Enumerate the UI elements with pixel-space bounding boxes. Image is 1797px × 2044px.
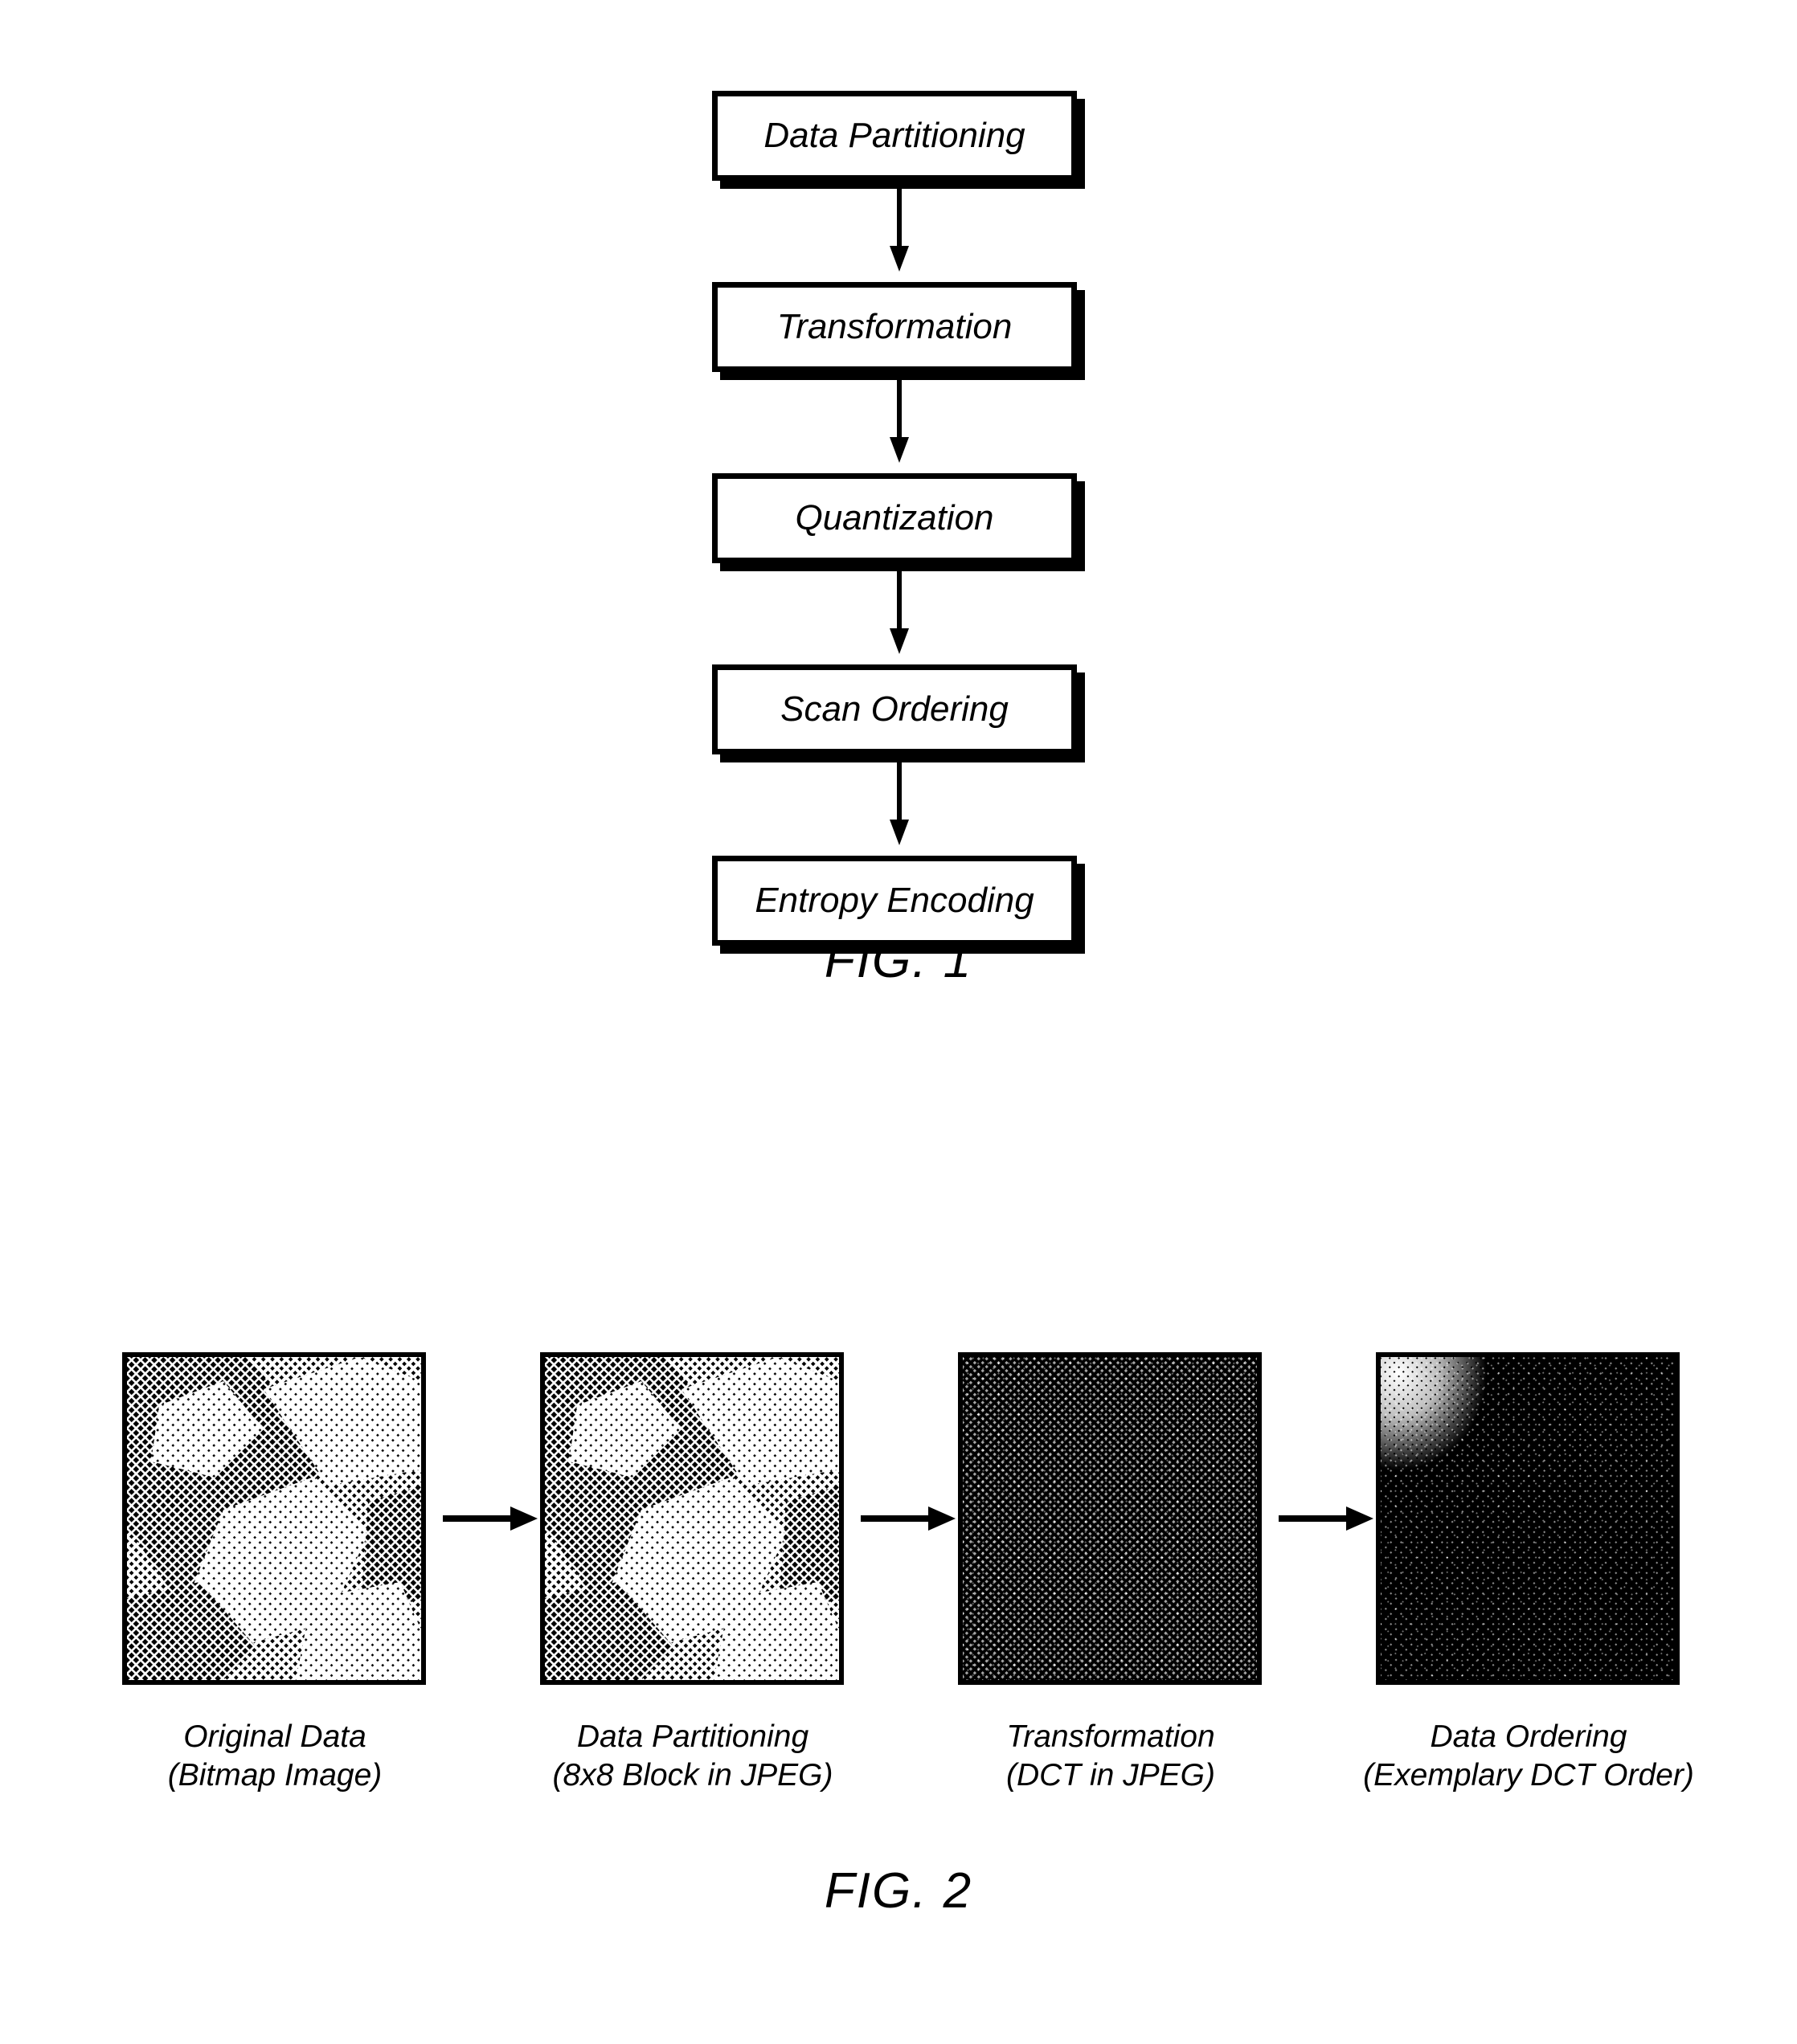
panel-caption-line-1: Original Data <box>183 1719 366 1754</box>
panel-caption-original-data: Original Data (Bitmap Image) <box>90 1718 460 1794</box>
panel-caption-line-2: (Exemplary DCT Order) <box>1363 1757 1694 1793</box>
flow-step-label: Quantization <box>795 498 994 538</box>
panel-caption-line-2: (DCT in JPEG) <box>1005 1757 1215 1793</box>
panel-caption-line-2: (8x8 Block in JPEG) <box>552 1757 833 1793</box>
panel-data-partitioning: Data Partitioning (8x8 Block in JPEG) <box>540 1352 845 1793</box>
flow-step-label: Transformation <box>776 307 1013 346</box>
figure-1: Data Partitioning Transformation Quantiz… <box>0 0 1797 1044</box>
pipeline-arrow-2 <box>861 1504 956 1533</box>
flow-arrow-2 <box>888 378 911 463</box>
panel-caption-line-1: Transformation <box>1006 1719 1215 1754</box>
pipeline-arrow-3 <box>1279 1504 1373 1533</box>
figure-1-caption: FIG. 1 <box>824 933 973 988</box>
panel-caption-line-1: Data Ordering <box>1430 1719 1627 1754</box>
panel-transformation: Transformation (DCT in JPEG) <box>958 1352 1263 1793</box>
panel-original-data: Original Data (Bitmap Image) <box>122 1352 428 1793</box>
panel-caption-transformation: Transformation (DCT in JPEG) <box>926 1718 1296 1794</box>
flow-arrow-4 <box>888 760 911 845</box>
flow-arrow-3 <box>888 569 911 654</box>
pipeline-arrow-1 <box>443 1504 538 1533</box>
flow-step-transformation: Transformation <box>712 282 1077 372</box>
panel-caption-data-partitioning: Data Partitioning (8x8 Block in JPEG) <box>508 1718 878 1794</box>
flow-step-label: Data Partitioning <box>763 116 1025 155</box>
panel-image-data-ordering <box>1376 1352 1680 1685</box>
figure-2-caption: FIG. 2 <box>824 1863 973 1919</box>
panel-caption-data-ordering: Data Ordering (Exemplary DCT Order) <box>1344 1718 1713 1794</box>
flow-step-label: Scan Ordering <box>780 689 1009 729</box>
figure-2: Original Data (Bitmap Image) Data Partit… <box>0 1286 1797 2044</box>
panel-data-ordering: Data Ordering (Exemplary DCT Order) <box>1363 1352 1694 1793</box>
flow-arrow-1 <box>888 186 911 272</box>
flow-step-data-partitioning: Data Partitioning <box>712 91 1077 181</box>
flow-step-label: Entropy Encoding <box>755 881 1034 920</box>
panel-caption-line-2: (Bitmap Image) <box>167 1757 383 1793</box>
panel-image-transformation <box>958 1352 1262 1685</box>
panel-caption-line-1: Data Partitioning <box>576 1719 809 1754</box>
panel-image-original-data <box>122 1352 426 1685</box>
flow-step-quantization: Quantization <box>712 473 1077 563</box>
panel-image-data-partitioning <box>540 1352 844 1685</box>
flow-step-scan-ordering: Scan Ordering <box>712 664 1077 754</box>
